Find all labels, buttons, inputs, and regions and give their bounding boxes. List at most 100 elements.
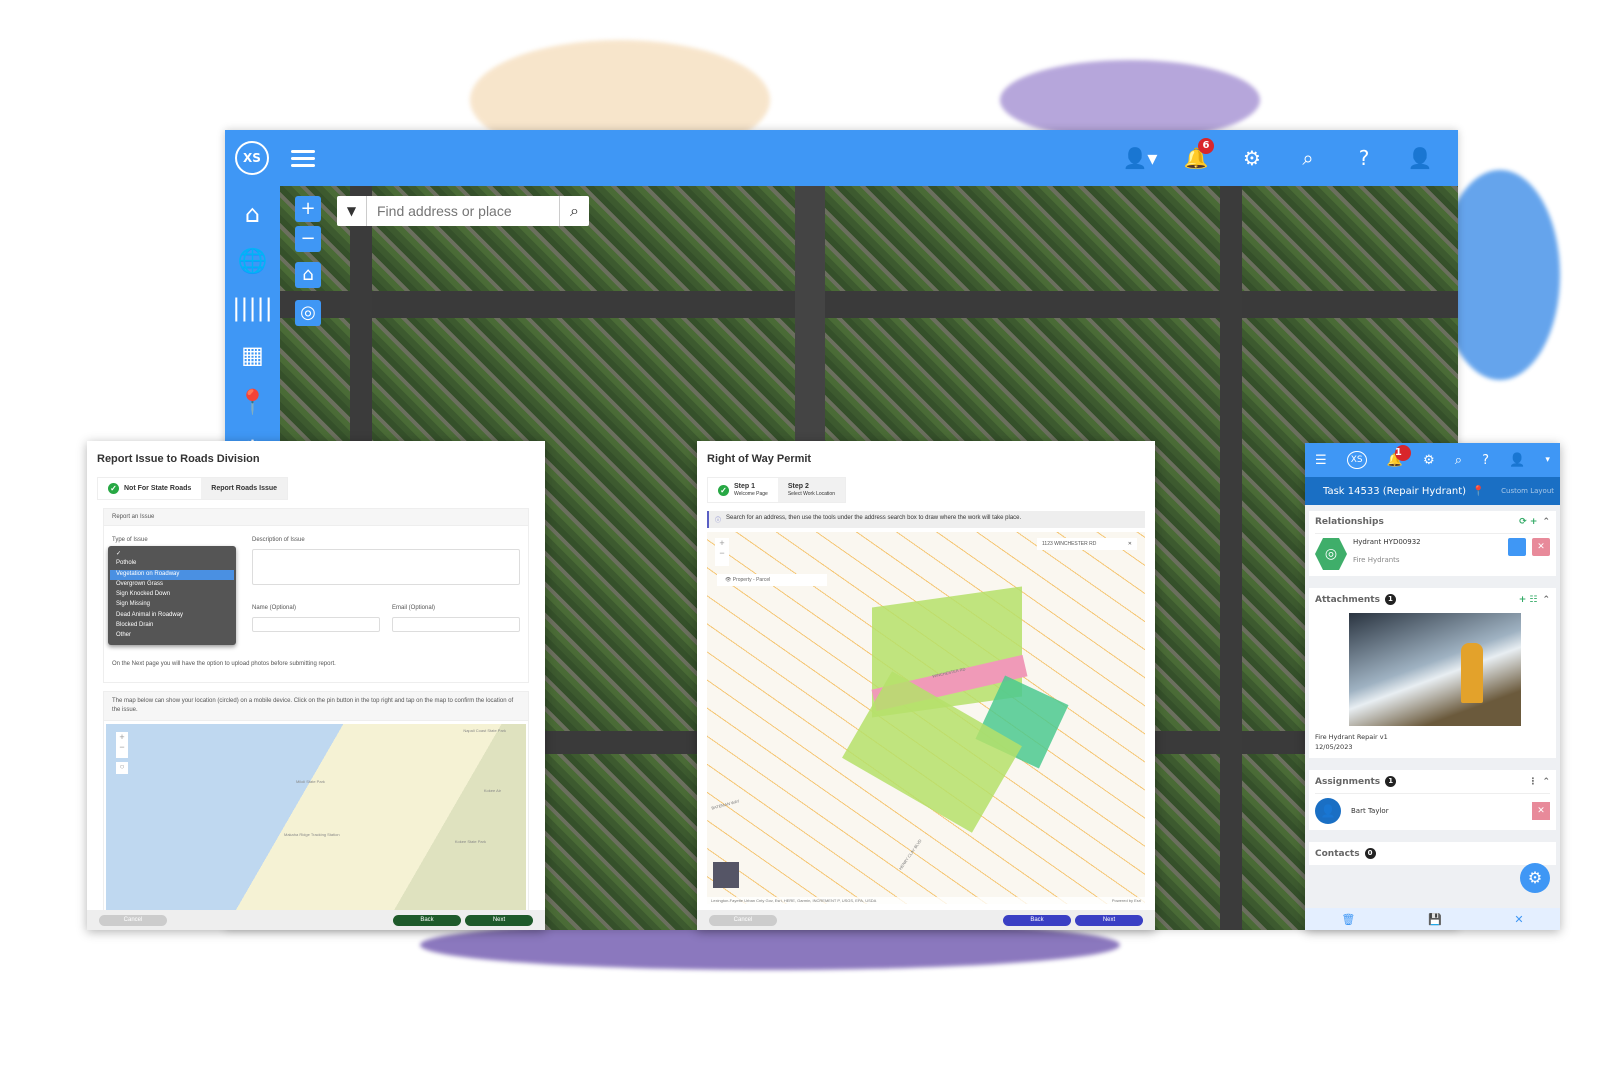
- map-label: Makaha Ridge Tracking Station: [284, 832, 340, 837]
- right-of-way-permit-panel: Right of Way Permit ✓ Step 1 Welcome Page …: [697, 441, 1155, 930]
- save-icon[interactable]: 💾: [1428, 913, 1442, 926]
- button-bar: Cancel Back Next: [697, 910, 1155, 930]
- dropdown-option[interactable]: Overgrown Grass: [110, 580, 234, 590]
- home-extent-button[interactable]: ⌂: [295, 262, 321, 288]
- cubes-icon[interactable]: ▦: [225, 341, 280, 369]
- user-icon[interactable]: 👤: [1392, 146, 1448, 170]
- remove-button[interactable]: ✕: [1532, 802, 1550, 820]
- map-search-input[interactable]: 1123 WINCHESTER RD ✕: [1037, 538, 1137, 550]
- map-search-value: 1123 WINCHESTER RD: [1042, 541, 1097, 547]
- info-text: Search for an address, then use the tool…: [726, 515, 1022, 521]
- user-icon[interactable]: 👤: [1509, 453, 1525, 468]
- help-icon[interactable]: ?: [1336, 146, 1392, 170]
- zoom-in-button[interactable]: +: [295, 196, 321, 222]
- bell-icon[interactable]: 🔔 1: [1387, 444, 1411, 468]
- gear-icon[interactable]: ⚙: [1224, 146, 1280, 170]
- relationship-item[interactable]: ◎ Hydrant HYD00932 Fire Hydrants ✕: [1315, 533, 1550, 570]
- back-button[interactable]: Back: [393, 914, 461, 926]
- dropdown-option[interactable]: Blocked Drain: [110, 621, 234, 631]
- locate-button[interactable]: ◎: [295, 300, 321, 326]
- assignment-item[interactable]: 👤 Bart Taylor ✕: [1315, 793, 1550, 824]
- cancel-button[interactable]: Cancel: [709, 914, 777, 926]
- chevron-down-icon[interactable]: ▾: [1545, 455, 1550, 465]
- step-2[interactable]: Report Roads Issue: [201, 478, 288, 499]
- chevron-up-icon[interactable]: ⌃: [1542, 777, 1550, 787]
- relationships-section: Relationships ⟳ + ⌃ ◎ Hydrant HYD00932 Fire…: [1309, 511, 1556, 582]
- email-input[interactable]: [392, 617, 520, 632]
- close-icon[interactable]: ✕: [1514, 913, 1523, 926]
- basemap-toggle[interactable]: [713, 862, 739, 888]
- contacts-section: Contacts 0: [1309, 842, 1556, 871]
- search-input[interactable]: [367, 196, 559, 226]
- dropdown-option[interactable]: Sign Knocked Down: [110, 590, 234, 600]
- chevron-up-icon[interactable]: ⌃: [1542, 595, 1550, 605]
- search-icon[interactable]: ⌕: [559, 196, 589, 226]
- search-icon[interactable]: ⌕: [1455, 453, 1462, 468]
- more-icon[interactable]: ⋮: [1528, 777, 1537, 787]
- barcode-icon[interactable]: |||||: [225, 294, 280, 322]
- attribution: Lexington-Fayette Urban Cnty Gov, Esri, …: [707, 897, 1145, 904]
- remove-button[interactable]: ✕: [1532, 538, 1550, 556]
- zoom-out-button[interactable]: −: [295, 226, 321, 252]
- hamburger-menu-icon[interactable]: [291, 146, 315, 171]
- name-input[interactable]: [252, 617, 380, 632]
- dropdown-option[interactable]: ✓: [110, 549, 234, 559]
- notification-badge: 1: [1394, 444, 1411, 461]
- parcel-map[interactable]: + − 👁 Property - Parcel 1123 WINCHESTER R…: [707, 532, 1145, 904]
- settings-fab[interactable]: ⚙: [1520, 863, 1550, 893]
- dropdown-option[interactable]: Pothole: [110, 559, 234, 569]
- xs-logo[interactable]: XS: [1346, 451, 1367, 469]
- step-2[interactable]: Step 2 Select Work Location: [777, 478, 845, 502]
- map-label: Miloli State Park: [296, 779, 325, 784]
- dropdown-option[interactable]: Sign Missing: [110, 600, 234, 610]
- step-subtitle: Welcome Page: [734, 491, 768, 497]
- dropdown-option-selected[interactable]: Vegetation on Roadway: [110, 569, 234, 580]
- section-title: Relationships: [1315, 517, 1384, 527]
- refresh-icon[interactable]: ⟳ +: [1519, 517, 1537, 527]
- issue-type-dropdown[interactable]: ✓ Pothole Vegetation on Roadway Overgrow…: [108, 546, 236, 645]
- xs-logo[interactable]: XS: [235, 141, 269, 175]
- attachments-section: Attachments 1 + ☷ ⌃ Fire Hydrant Repair v1 1…: [1309, 588, 1556, 764]
- location-map[interactable]: + − ○ Miloli State Park Napali Coast Stat…: [106, 724, 526, 910]
- panel-title: Right of Way Permit: [707, 453, 812, 465]
- user-switch-icon[interactable]: 👤▾: [1112, 146, 1168, 170]
- count-badge: 1: [1384, 594, 1396, 605]
- custom-layout-link[interactable]: Custom Layout: [1501, 487, 1554, 495]
- next-button[interactable]: Next: [1075, 914, 1143, 926]
- search-icon[interactable]: ⌕: [1280, 146, 1336, 170]
- help-icon[interactable]: ?: [1482, 453, 1489, 468]
- trash-icon[interactable]: 🗑: [1341, 913, 1355, 926]
- step-1[interactable]: ✓ Step 1 Welcome Page: [708, 478, 778, 502]
- step-title: Step 1: [734, 483, 756, 490]
- task-panel: ☰ XS 🔔 1 ⚙ ⌕ ? 👤 ▾ Task 14533 (Repair Hyd…: [1305, 443, 1560, 930]
- cancel-button[interactable]: Cancel: [99, 914, 167, 926]
- search-source-dropdown[interactable]: ▼: [337, 196, 367, 226]
- hamburger-menu-icon[interactable]: ☰: [1315, 453, 1327, 468]
- avatar: 👤: [1315, 798, 1341, 824]
- powered-by: Powered by Esri: [1111, 898, 1141, 903]
- back-button[interactable]: Back: [1003, 914, 1071, 926]
- attachment-image[interactable]: [1349, 613, 1521, 726]
- add-icon[interactable]: + ☷: [1519, 595, 1538, 605]
- layer-list[interactable]: 👁 Property - Parcel: [717, 574, 827, 586]
- map-button[interactable]: [1508, 538, 1526, 556]
- top-bar: XS 👤▾ 🔔 6 ⚙ ⌕ ? 👤: [225, 130, 1458, 186]
- step-indicator: ✓ Step 1 Welcome Page Step 2 Select Work Lo…: [707, 477, 846, 503]
- gear-icon[interactable]: ⚙: [1423, 453, 1435, 468]
- description-textarea[interactable]: [252, 549, 520, 585]
- type-label: Type of Issue: [112, 537, 148, 543]
- report-form-section: Report an Issue Type of Issue Descriptio…: [103, 508, 529, 683]
- step-1[interactable]: ✓ Not For State Roads: [98, 478, 201, 499]
- dropdown-option[interactable]: Other: [110, 631, 234, 641]
- map-pin-icon[interactable]: 📍: [225, 388, 280, 416]
- home-icon[interactable]: ⌂: [225, 200, 280, 228]
- bell-icon[interactable]: 🔔 6: [1168, 138, 1224, 170]
- info-icon: ⓘ: [715, 518, 722, 524]
- chevron-up-icon[interactable]: ⌃: [1542, 517, 1550, 527]
- dropdown-option[interactable]: Dead Animal in Roadway: [110, 611, 234, 621]
- next-button[interactable]: Next: [465, 914, 533, 926]
- hydrant-image: [1461, 643, 1483, 703]
- globe-icon[interactable]: 🌐: [225, 247, 280, 275]
- email-label: Email (Optional): [392, 605, 436, 611]
- pin-icon: 📍: [1472, 485, 1485, 497]
